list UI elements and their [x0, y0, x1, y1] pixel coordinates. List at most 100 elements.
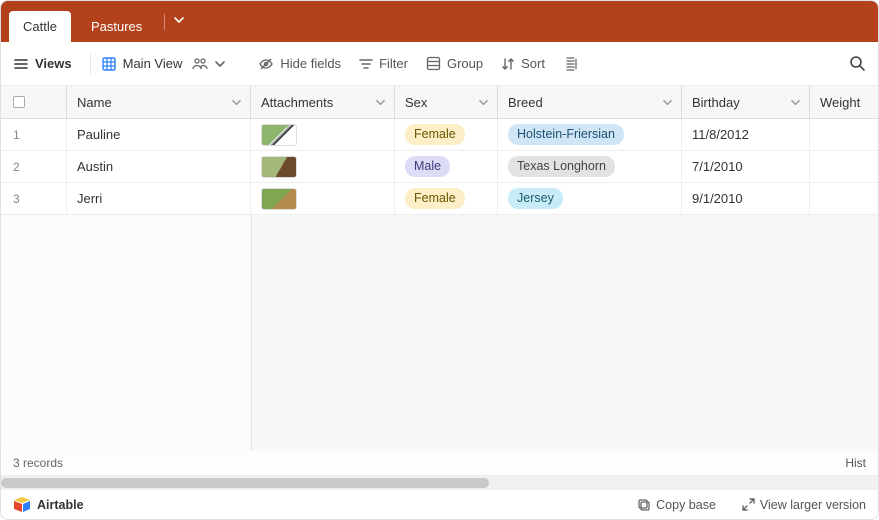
column-header-weight[interactable]: Weight: [810, 86, 878, 118]
row-height-icon: [563, 56, 578, 71]
empty-area: [251, 215, 878, 451]
column-header-attachments[interactable]: Attachments: [251, 86, 395, 118]
tab-pastures[interactable]: Pastures: [77, 11, 156, 42]
copy-base-label: Copy base: [656, 498, 716, 512]
column-label: Name: [77, 95, 112, 110]
people-icon: [192, 57, 208, 71]
select-all-checkbox[interactable]: [13, 96, 25, 108]
cell-attachments[interactable]: [251, 183, 395, 214]
group-label: Group: [447, 56, 483, 71]
table-row[interactable]: 2Austin Male Texas Longhorn7/1/2010: [1, 151, 878, 183]
expand-icon: [742, 498, 755, 511]
cell-breed[interactable]: Texas Longhorn: [498, 151, 682, 182]
column-label: Sex: [405, 95, 427, 110]
grid-view-icon: [101, 56, 117, 72]
filter-icon: [359, 57, 373, 71]
cell-sex[interactable]: Female: [395, 183, 498, 214]
chevron-down-icon[interactable]: [231, 97, 242, 108]
cell-birthday[interactable]: 9/1/2010: [682, 183, 810, 214]
embed-footer: Airtable Copy base View larger version: [1, 489, 878, 519]
sort-button[interactable]: Sort: [501, 56, 545, 71]
view-larger-label: View larger version: [760, 498, 866, 512]
airtable-logo-icon: [13, 497, 31, 513]
record-count: 3 records: [13, 456, 63, 470]
cell-weight[interactable]: [810, 119, 878, 150]
sex-pill: Female: [405, 124, 465, 146]
cell-breed[interactable]: Holstein-Friersian: [498, 119, 682, 150]
views-button[interactable]: Views: [13, 56, 72, 72]
tab-cattle[interactable]: Cattle: [9, 11, 71, 42]
chevron-down-icon[interactable]: [478, 97, 489, 108]
sort-icon: [501, 57, 515, 71]
group-button[interactable]: Group: [426, 56, 483, 71]
column-header-breed[interactable]: Breed: [498, 86, 682, 118]
sort-label: Sort: [521, 56, 545, 71]
view-toolbar: Views Main View Hide fields: [1, 42, 878, 86]
column-label: Weight: [820, 95, 860, 110]
column-header-sex[interactable]: Sex: [395, 86, 498, 118]
views-label: Views: [35, 56, 72, 71]
column-label: Breed: [508, 95, 543, 110]
select-all-cell[interactable]: [1, 86, 67, 118]
scroll-thumb[interactable]: [1, 478, 489, 488]
cell-birthday[interactable]: 11/8/2012: [682, 119, 810, 150]
column-header-row: Name Attachments Sex Breed Birthday Weig…: [1, 86, 878, 119]
column-header-name[interactable]: Name: [67, 86, 251, 118]
grid-body: 1Pauline Female Holstein-Friersian 11/8/201…: [1, 119, 878, 451]
breed-pill: Jersey: [508, 188, 563, 210]
cell-breed[interactable]: Jersey: [498, 183, 682, 214]
copy-icon: [637, 498, 651, 512]
group-icon: [426, 56, 441, 71]
row-height-button[interactable]: [563, 56, 578, 71]
table-row[interactable]: 3Jerri Female Jersey 9/1/2010: [1, 183, 878, 215]
filter-label: Filter: [379, 56, 408, 71]
cell-attachments[interactable]: [251, 119, 395, 150]
status-bar: 3 records Hist: [1, 451, 878, 475]
tab-label: Cattle: [23, 19, 57, 34]
row-number[interactable]: 1: [1, 119, 67, 150]
search-icon: [849, 55, 866, 72]
toolbar-divider: [90, 54, 91, 74]
breed-pill: Holstein-Friersian: [508, 124, 624, 146]
sex-pill: Female: [405, 188, 465, 210]
attachment-thumbnail[interactable]: [261, 124, 297, 146]
cell-sex[interactable]: Male: [395, 151, 498, 182]
row-number[interactable]: 2: [1, 151, 67, 182]
filter-button[interactable]: Filter: [359, 56, 408, 71]
brand-label: Airtable: [37, 498, 84, 512]
tab-menu-button[interactable]: [167, 14, 195, 37]
cell-name[interactable]: Pauline: [67, 119, 251, 150]
copy-base-button[interactable]: Copy base: [637, 498, 716, 512]
row-number[interactable]: 3: [1, 183, 67, 214]
cell-weight[interactable]: [810, 183, 878, 214]
status-right: Hist: [845, 456, 866, 470]
chevron-down-icon[interactable]: [790, 97, 801, 108]
column-label: Attachments: [261, 95, 333, 110]
view-larger-button[interactable]: View larger version: [742, 498, 866, 512]
menu-icon: [13, 56, 29, 72]
horizontal-scrollbar[interactable]: [1, 475, 878, 489]
view-name: Main View: [123, 56, 183, 71]
cell-name[interactable]: Jerri: [67, 183, 251, 214]
cell-attachments[interactable]: [251, 151, 395, 182]
cell-sex[interactable]: Female: [395, 119, 498, 150]
tab-divider: [164, 14, 165, 30]
sex-pill: Male: [405, 156, 450, 178]
search-button[interactable]: [849, 55, 866, 72]
attachment-thumbnail[interactable]: [261, 188, 297, 210]
cell-weight[interactable]: [810, 151, 878, 182]
tab-label: Pastures: [91, 19, 142, 34]
column-label: Birthday: [692, 95, 740, 110]
cell-name[interactable]: Austin: [67, 151, 251, 182]
hide-fields-button[interactable]: Hide fields: [258, 56, 341, 72]
table-row[interactable]: 1Pauline Female Holstein-Friersian 11/8/201…: [1, 119, 878, 151]
chevron-down-icon: [173, 14, 185, 26]
cell-birthday[interactable]: 7/1/2010: [682, 151, 810, 182]
chevron-down-icon[interactable]: [662, 97, 673, 108]
column-header-birthday[interactable]: Birthday: [682, 86, 810, 118]
eye-off-icon: [258, 56, 274, 72]
chevron-down-icon[interactable]: [375, 97, 386, 108]
airtable-logo[interactable]: Airtable: [13, 497, 84, 513]
attachment-thumbnail[interactable]: [261, 156, 297, 178]
view-selector[interactable]: Main View: [101, 56, 227, 72]
